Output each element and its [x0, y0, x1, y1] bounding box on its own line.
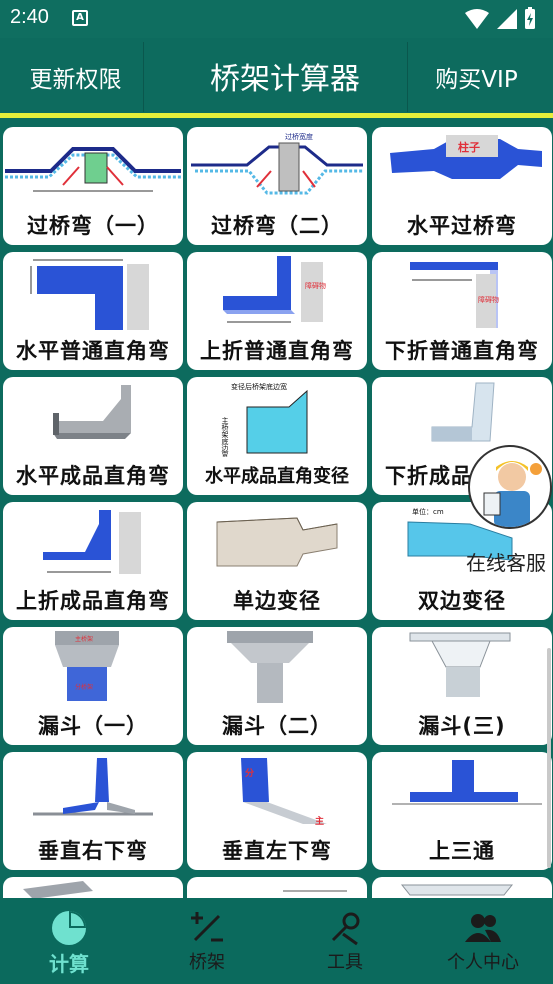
vertical-left-down-diagram: 分 主 — [241, 758, 327, 827]
card-horizontal-bridge-bend[interactable]: 柱子 水平过桥弯 — [372, 127, 552, 245]
funnel-2-icon — [227, 631, 313, 703]
vertical-right-down-diagram — [33, 758, 153, 816]
svg-text:障碍物: 障碍物 — [305, 281, 326, 290]
upper-tee-diagram — [392, 760, 542, 805]
card-up-fold-finished-right-angle[interactable]: 上折成品直角弯 — [3, 502, 183, 620]
status-time: 2:40 — [10, 6, 49, 28]
card-funnel-3[interactable]: 漏斗(三) — [372, 627, 552, 745]
card-label: 漏斗（一） — [38, 714, 148, 738]
scrollbar[interactable] — [547, 648, 551, 868]
partial-card-image — [23, 881, 93, 898]
app-header: 更新权限 桥架计算器 购买VIP — [0, 38, 553, 114]
card-horizontal-finished-reducer[interactable]: 变径后桥架底边宽 主桥架底边宽 水平成品直角变径 — [187, 377, 367, 495]
card-label: 过桥弯（二） — [211, 214, 343, 238]
nav-label: 个人中心 — [447, 952, 519, 973]
card-vertical-right-down-bend[interactable]: 垂直右下弯 — [3, 752, 183, 870]
svg-text:变径后桥架底边宽: 变径后桥架底边宽 — [231, 382, 287, 391]
funnel-1-diagram: 主桥架 分桥架 — [55, 631, 119, 701]
card-label: 过桥弯（一） — [27, 214, 159, 238]
card-label: 水平成品直角变径 — [205, 466, 349, 487]
horizontal-bridge-bend-diagram: 柱子 — [390, 135, 542, 179]
card-up-fold-right-angle[interactable]: 障碍物 上折普通直角弯 — [187, 252, 367, 370]
card-label: 双边变径 — [418, 589, 506, 613]
svg-text:障碍物: 障碍物 — [478, 295, 499, 304]
online-service-float[interactable]: 在线客服 — [466, 445, 552, 575]
card-down-fold-right-angle[interactable]: 障碍物 下折普通直角弯 — [372, 252, 552, 370]
bridge-bend-2-diagram: 过桥宽度 — [191, 132, 363, 195]
svg-text:主桥架: 主桥架 — [75, 635, 93, 643]
update-permissions-button[interactable]: 更新权限 — [8, 42, 144, 112]
nav-label: 计算 — [49, 952, 89, 976]
nav-tools[interactable]: 工具 — [276, 898, 414, 984]
card-vertical-left-down-bend[interactable]: 分 主 垂直左下弯 — [187, 752, 367, 870]
nav-label: 工具 — [327, 952, 363, 973]
customer-service-avatar[interactable] — [468, 445, 552, 529]
card-label: 水平成品直角弯 — [16, 464, 170, 488]
status-icons — [465, 7, 535, 29]
card-label: 上三通 — [429, 839, 495, 863]
card-label: 垂直右下弯 — [38, 839, 148, 863]
card-funnel-1[interactable]: 主桥架 分桥架 漏斗（一） — [3, 627, 183, 745]
funnel-3-icon — [409, 632, 511, 697]
partial-card-image — [283, 890, 347, 892]
bridge-bend-diagram — [5, 147, 181, 192]
nav-label: 桥架 — [189, 952, 225, 973]
bottom-navigation: 计算 桥架 工具 个人中心 — [0, 898, 553, 984]
calculator-ops-icon — [191, 912, 223, 942]
nav-calculate[interactable]: 计算 — [0, 898, 138, 984]
notification-icon: A — [72, 10, 88, 26]
card-partial-row[interactable] — [187, 877, 367, 898]
card-bridge-bend-2[interactable]: 过桥宽度 过桥弯（二） — [187, 127, 367, 245]
horizontal-right-angle-diagram — [30, 259, 149, 330]
status-bar: 2:40 A — [0, 0, 553, 38]
card-funnel-2[interactable]: 漏斗（二） — [187, 627, 367, 745]
card-partial-row[interactable] — [372, 877, 552, 898]
svg-text:主桥架底边宽: 主桥架底边宽 — [221, 416, 229, 457]
card-label: 上折普通直角弯 — [200, 339, 354, 363]
nav-profile[interactable]: 个人中心 — [414, 898, 552, 984]
signal-icon — [497, 9, 517, 29]
card-horizontal-finished-right-angle[interactable]: 水平成品直角弯 — [3, 377, 183, 495]
card-bridge-bend-1[interactable]: 过桥弯（一） — [3, 127, 183, 245]
finished-right-angle-icon — [53, 385, 131, 439]
wifi-icon — [465, 9, 489, 29]
buy-vip-button[interactable]: 购买VIP — [407, 42, 545, 112]
card-single-side-reducer[interactable]: 单边变径 — [187, 502, 367, 620]
down-fold-right-angle-diagram: 障碍物 — [410, 262, 499, 328]
pie-chart-icon — [52, 911, 86, 945]
single-side-reducer-icon — [216, 517, 338, 567]
card-label: 水平普通直角弯 — [16, 339, 170, 363]
svg-text:柱子: 柱子 — [458, 140, 480, 154]
card-label: 上折成品直角弯 — [16, 589, 170, 613]
card-label: 垂直左下弯 — [222, 839, 332, 863]
svg-text:主: 主 — [315, 815, 324, 827]
svg-text:分桥架: 分桥架 — [75, 683, 93, 691]
partial-card-image — [400, 884, 514, 896]
card-horizontal-right-angle[interactable]: 水平普通直角弯 — [3, 252, 183, 370]
card-label: 下折普通直角弯 — [385, 339, 539, 363]
card-upper-tee[interactable]: 上三通 — [372, 752, 552, 870]
card-label: 漏斗（二） — [222, 714, 332, 738]
up-fold-right-angle-diagram: 障碍物 — [223, 256, 326, 323]
finished-reducer-diagram: 变径后桥架底边宽 主桥架底边宽 — [221, 382, 308, 457]
up-fold-finished-diagram — [43, 510, 141, 574]
svg-text:单位：cm: 单位：cm — [412, 507, 444, 516]
page-title: 桥架计算器 — [210, 62, 360, 97]
nav-cable-tray[interactable]: 桥架 — [138, 898, 276, 984]
online-service-label: 在线客服 — [466, 551, 546, 575]
card-partial-row[interactable] — [3, 877, 183, 898]
svg-text:过桥宽度: 过桥宽度 — [285, 132, 313, 141]
card-label: 单边变径 — [233, 589, 321, 613]
svg-text:分: 分 — [245, 767, 254, 779]
card-label: 水平过桥弯 — [407, 214, 517, 238]
tools-icon — [331, 912, 360, 946]
card-label: 漏斗(三) — [418, 714, 506, 738]
user-group-icon — [465, 914, 501, 942]
